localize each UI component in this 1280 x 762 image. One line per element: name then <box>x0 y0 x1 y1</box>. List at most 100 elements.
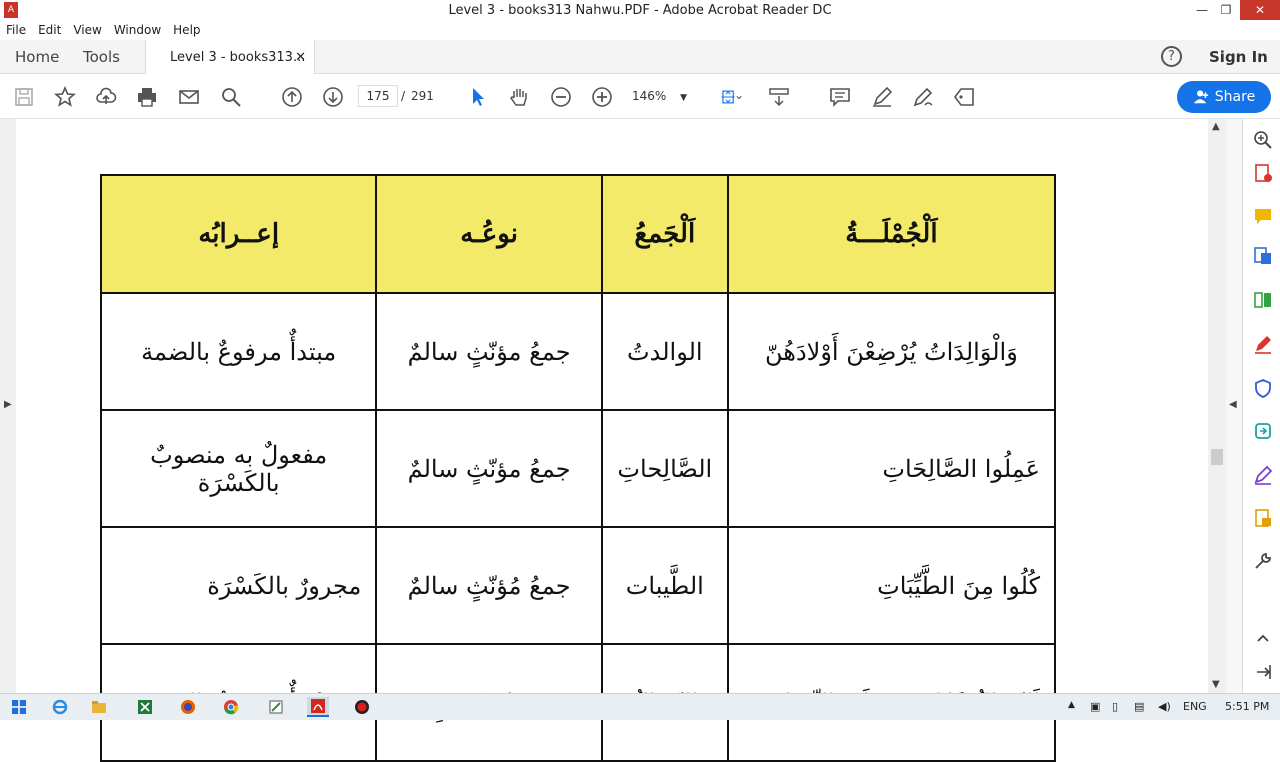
share-button[interactable]: Share <box>1177 81 1271 113</box>
tray-volume-icon[interactable]: ◀) <box>1158 700 1171 713</box>
tab-tools[interactable]: Tools <box>83 48 120 66</box>
email-icon[interactable] <box>177 85 201 109</box>
cell-type: جمعُ مؤنّثٍ سالمٌ <box>375 409 603 528</box>
menu-bar: File Edit View Window Help <box>0 20 1280 40</box>
collapse-up-icon[interactable] <box>1252 627 1274 649</box>
bookmark-star-icon[interactable] <box>53 85 77 109</box>
header-plural: اَلْجَمعُ <box>600 174 729 294</box>
cell-plural: الصَّالِحاتِ <box>600 409 729 528</box>
acrobat-app-icon: A <box>4 2 18 18</box>
fill-and-sign-icon[interactable] <box>1252 464 1274 486</box>
help-icon[interactable]: ? <box>1161 46 1182 67</box>
export-pdf-icon[interactable] <box>1252 245 1274 267</box>
cell-parsing: مجرورٌ بالكَسْرَة <box>99 526 378 645</box>
minimize-button[interactable]: — <box>1190 0 1214 20</box>
share-label: Share <box>1214 89 1256 105</box>
menu-view[interactable]: View <box>73 23 101 37</box>
chevron-right-icon: ▶ <box>4 399 12 410</box>
menu-file[interactable]: File <box>6 23 26 37</box>
next-page-icon[interactable] <box>321 85 345 109</box>
internet-explorer-icon[interactable] <box>49 697 71 717</box>
search-icon[interactable] <box>219 85 243 109</box>
zoom-in-icon[interactable] <box>590 85 614 109</box>
zoom-out-icon[interactable] <box>549 85 573 109</box>
organize-pages-icon[interactable] <box>1252 289 1274 311</box>
right-pane-toggle[interactable]: ◀ <box>1226 119 1242 693</box>
upload-cloud-icon[interactable] <box>94 85 118 109</box>
fill-sign-icon[interactable] <box>952 85 976 109</box>
header-sentence: اَلْجُمْلَـــةُ <box>726 174 1057 294</box>
comment-tool-icon[interactable] <box>1252 205 1274 227</box>
draw-icon[interactable] <box>911 85 935 109</box>
cell-parsing: مبتدأٌ مرفوعٌ بالضمة <box>99 292 378 411</box>
page-number-input[interactable]: 175 <box>358 85 398 107</box>
chevron-down-icon: ▼ <box>680 93 688 103</box>
file-explorer-icon[interactable] <box>88 697 110 717</box>
cell-sentence: عَمِلُوا الصَّالِحَاتِ <box>726 409 1057 528</box>
sign-in-button[interactable]: Sign In <box>1209 48 1268 66</box>
comment-icon[interactable] <box>828 85 852 109</box>
tray-pdf-icon[interactable]: ▣ <box>1090 700 1100 713</box>
start-windows-icon[interactable] <box>8 697 30 717</box>
title-bar: A Level 3 - books313 Nahwu.PDF - Adobe A… <box>0 0 1280 20</box>
header-parsing: إعــرابُه <box>99 174 378 294</box>
notepad-app-icon[interactable] <box>265 697 287 717</box>
left-pane-toggle[interactable]: ▶ <box>0 119 16 693</box>
create-pdf-icon[interactable] <box>1252 162 1274 184</box>
cell-type: جمعُ مؤنّثٍ سالمٌ <box>375 292 603 411</box>
scroll-mode-icon[interactable] <box>767 85 791 109</box>
table-row: كُلُوا مِنَ الطَّيِّبَاتِ الطَّيبات جمعُ… <box>99 526 1057 645</box>
save-icon[interactable] <box>12 85 36 109</box>
chevron-left-icon: ◀ <box>1229 399 1237 410</box>
scan-icon[interactable] <box>1252 507 1274 529</box>
acrobat-taskbar-icon[interactable] <box>307 697 329 717</box>
menu-edit[interactable]: Edit <box>38 23 61 37</box>
scroll-thumb[interactable] <box>1211 449 1223 465</box>
cell-type: جمعُ مُؤنّثٍ سالمٌ <box>375 526 603 645</box>
pdf-page: اَلْجُمْلَـــةُ اَلْجَمعُ نوعُـه إعــراب… <box>16 119 1208 762</box>
tools-pane <box>1242 119 1280 693</box>
language-indicator[interactable]: ENG <box>1183 700 1207 713</box>
edit-pdf-icon[interactable] <box>1252 333 1274 355</box>
tray-network-icon[interactable]: ▤ <box>1134 700 1144 713</box>
fit-page-icon[interactable] <box>715 85 747 109</box>
windows-taskbar: ▲ ▣ ▯ ▤ ◀) ENG 5:51 PM <box>0 693 1280 720</box>
highlight-pen-icon[interactable] <box>870 85 894 109</box>
zoom-level-dropdown[interactable]: 146% ▼ <box>632 85 692 109</box>
excel-icon[interactable] <box>134 697 156 717</box>
hand-tool-icon[interactable] <box>507 85 531 109</box>
send-for-review-icon[interactable] <box>1252 420 1274 442</box>
total-pages: 291 <box>411 89 434 103</box>
toolbar: 175 / 291 146% ▼ Share <box>0 75 1280 119</box>
record-icon[interactable] <box>351 697 373 717</box>
menu-window[interactable]: Window <box>114 23 161 37</box>
protect-shield-icon[interactable] <box>1252 377 1274 399</box>
chrome-icon[interactable] <box>220 697 242 717</box>
select-cursor-icon[interactable] <box>466 85 490 109</box>
previous-page-icon[interactable] <box>280 85 304 109</box>
expand-pane-icon[interactable] <box>1252 661 1274 683</box>
cell-sentence: كُلُوا مِنَ الطَّيِّبَاتِ <box>726 526 1057 645</box>
tray-battery-icon[interactable]: ▯ <box>1112 700 1118 713</box>
more-tools-wrench-icon[interactable] <box>1252 550 1274 572</box>
document-tab-label: Level 3 - books313... <box>170 49 306 65</box>
tab-document[interactable]: Level 3 - books313... ✕ <box>145 40 315 74</box>
firefox-icon[interactable] <box>177 697 199 717</box>
vertical-scrollbar[interactable]: ▲ ▼ <box>1208 119 1226 693</box>
nav-tabs: Home Tools Level 3 - books313... ✕ ? Sig… <box>0 40 1280 74</box>
restore-button[interactable]: ❐ <box>1214 0 1238 20</box>
header-type: نوعُـه <box>375 174 603 294</box>
clock-time[interactable]: 5:51 PM <box>1225 700 1269 713</box>
menu-help[interactable]: Help <box>173 23 200 37</box>
tab-home[interactable]: Home <box>15 48 59 66</box>
scroll-down-icon[interactable]: ▼ <box>1212 679 1220 690</box>
scroll-up-icon[interactable]: ▲ <box>1212 121 1220 132</box>
tray-expand-icon[interactable]: ▲ <box>1068 700 1075 710</box>
zoom-tool-icon[interactable] <box>1252 129 1274 151</box>
close-tab-button[interactable]: ✕ <box>295 50 306 65</box>
window-title: Level 3 - books313 Nahwu.PDF - Adobe Acr… <box>448 2 832 18</box>
close-window-button[interactable]: ✕ <box>1240 0 1280 20</box>
zoom-level: 146% <box>632 89 667 103</box>
print-icon[interactable] <box>135 85 159 109</box>
table-header-row: اَلْجُمْلَـــةُ اَلْجَمعُ نوعُـه إعــراب… <box>99 174 1057 294</box>
